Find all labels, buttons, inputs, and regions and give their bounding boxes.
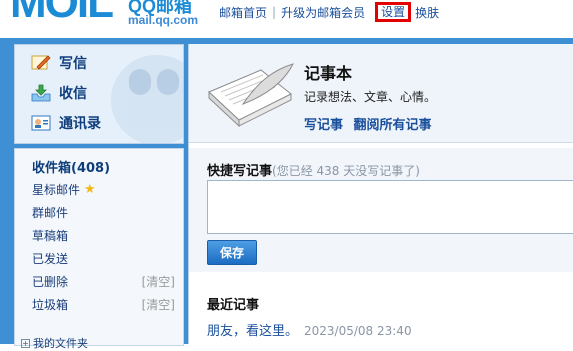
penguin-watermark-icon <box>111 55 183 143</box>
quick-note-section: 快捷写记事(您已经 438 天没写记事了) 保存 <box>189 148 573 272</box>
folder-deleted[interactable]: 已删除 <box>32 273 68 290</box>
recent-note-item[interactable]: 朋友，看这里。 2023/05/08 23:40 <box>207 320 412 339</box>
quick-note-title: 快捷写记事 <box>207 164 273 179</box>
recent-notes-title: 最近记事 <box>207 298 260 313</box>
clear-deleted-link[interactable]: [清空] <box>142 273 175 290</box>
compose-button[interactable]: 写信 <box>31 53 87 73</box>
notebook-illustration-icon <box>203 62 298 133</box>
my-folders-label: 我的文件夹 <box>33 337 88 350</box>
browse-notes-link[interactable]: 翻阅所有记事 <box>354 118 432 133</box>
qq-mail-logo[interactable]: MOIL QQ邮箱 mail.qq.com <box>10 0 210 30</box>
check-mail-label: 收信 <box>59 86 87 102</box>
check-mail-button[interactable]: 收信 <box>31 83 87 103</box>
compose-icon <box>31 54 51 72</box>
save-button[interactable]: 保存 <box>207 240 257 265</box>
star-icon: ★ <box>84 182 96 197</box>
nav-skin-link[interactable]: 换肤 <box>415 4 439 21</box>
contacts-label: 通讯录 <box>59 116 101 132</box>
quick-note-textarea[interactable] <box>207 180 573 234</box>
notebook-panel: 记事本 记录想法、文章、心情。 写记事 翻阅所有记事 快捷写记事(您已经 438… <box>188 44 573 344</box>
folder-list: 收件箱(408) 星标邮件 ★ 群邮件 草稿箱 已发送 已删除 [清空] 垃圾箱… <box>14 148 184 350</box>
address-book-icon <box>31 114 51 132</box>
expand-plus-icon: + <box>21 338 30 348</box>
folder-starred-label: 星标邮件 <box>32 183 81 197</box>
compose-label: 写信 <box>59 56 87 72</box>
nav-upgrade-link[interactable]: 升级为邮箱会员 <box>281 4 365 21</box>
quick-note-heading: 快捷写记事(您已经 438 天没写记事了) <box>207 160 420 179</box>
sidebar-actions: 写信 收信 通讯录 <box>14 44 184 144</box>
folder-sent[interactable]: 已发送 <box>32 250 68 267</box>
nav-mail-home-link[interactable]: 邮箱首页 <box>219 4 267 21</box>
contacts-button[interactable]: 通讯录 <box>31 113 101 133</box>
notebook-links: 写记事 翻阅所有记事 <box>304 114 438 133</box>
recent-note-date: 2023/05/08 23:40 <box>304 324 412 338</box>
recent-note-text: 朋友，看这里。 <box>207 324 299 339</box>
logo-domain: mail.qq.com <box>128 13 199 27</box>
clear-spam-link[interactable]: [清空] <box>142 296 175 313</box>
folder-group-mail[interactable]: 群邮件 <box>32 204 68 221</box>
quick-note-hint: (您已经 438 天没写记事了) <box>272 164 420 178</box>
logo-mark: MOIL <box>10 0 114 27</box>
notebook-title: 记事本 <box>304 64 353 83</box>
folder-drafts[interactable]: 草稿箱 <box>32 227 68 244</box>
nav-settings-link[interactable]: 设置 <box>375 2 412 22</box>
my-folders-toggle[interactable]: + 我的文件夹 <box>21 335 88 351</box>
notebook-subtitle: 记录想法、文章、心情。 <box>304 90 437 104</box>
write-note-link[interactable]: 写记事 <box>304 118 343 133</box>
nav-separator: | <box>272 5 277 19</box>
folder-spam[interactable]: 垃圾箱 <box>32 296 68 313</box>
top-nav: 邮箱首页 | 升级为邮箱会员 设置 换肤 <box>219 2 439 22</box>
folder-starred[interactable]: 星标邮件 ★ <box>32 181 96 198</box>
inbox-download-icon <box>31 84 51 102</box>
notebook-header: 记事本 记录想法、文章、心情。 写记事 翻阅所有记事 <box>189 44 573 143</box>
folder-inbox[interactable]: 收件箱(408) <box>32 157 110 176</box>
